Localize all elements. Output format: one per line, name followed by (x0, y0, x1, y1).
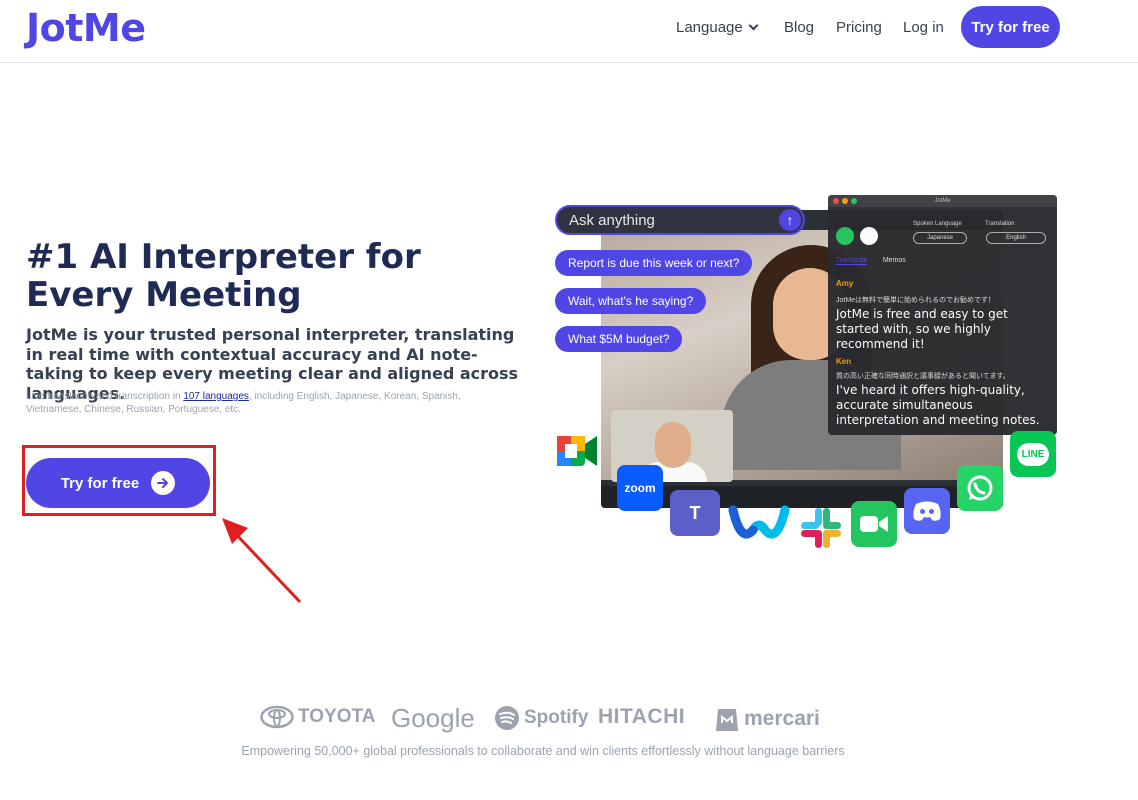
nav-language-dropdown[interactable]: Language (676, 19, 759, 36)
pause-icon[interactable] (836, 227, 854, 245)
stop-icon[interactable] (860, 227, 878, 245)
nav-login-link[interactable]: Log in (903, 19, 944, 36)
hitachi-logo: HITACHI (598, 705, 686, 728)
ask-anything-input[interactable]: Ask anything (555, 205, 805, 235)
spotify-logo: Spotify (494, 705, 588, 731)
nav-blog-link[interactable]: Blog (784, 19, 814, 36)
arrow-right-icon (151, 471, 176, 495)
suggestion-chip[interactable]: Report is due this week or next? (555, 250, 753, 276)
arrow-up-icon[interactable]: ↑ (779, 209, 801, 231)
speaker-name: Ken (836, 357, 852, 366)
tab-transcript[interactable]: Transcript (836, 257, 867, 265)
languages-link[interactable]: 107 languages (183, 391, 249, 402)
mercari-emblem-icon (716, 709, 738, 731)
translated-text: I've heard it offers high-quality, accur… (836, 383, 1040, 427)
jotme-transcript-panel: JotMe Spoken Language Japanese Translati… (828, 195, 1057, 435)
toyota-emblem-icon (260, 705, 294, 729)
line-icon-label: LINE (1016, 442, 1050, 466)
google-meet-icon (555, 430, 599, 474)
toyota-wordmark: TOYOTA (298, 706, 376, 727)
site-header: JotMe Language Blog Pricing Log in Try f… (0, 0, 1138, 63)
translated-text: JotMe is free and easy to get started wi… (836, 307, 1008, 351)
participant-face (655, 422, 691, 468)
chevron-down-icon (748, 20, 759, 31)
spoken-language-select[interactable]: Japanese (913, 232, 967, 244)
zoom-icon: zoom (617, 465, 663, 511)
suggestion-chip[interactable]: What $5M budget? (555, 326, 683, 352)
slack-icon (797, 504, 845, 552)
discord-icon (904, 488, 950, 534)
hero-title: #1 AI Interpreter for Every Meeting (26, 238, 466, 314)
close-dot-icon (833, 198, 839, 204)
panel-window-title: JotMe (934, 198, 951, 204)
spotify-emblem-icon (495, 706, 519, 730)
hero-languages-note: Live translation and transcription in 10… (26, 390, 496, 416)
brand-logos-row: TOYOTA Google Spotify HITACHI mercari (0, 703, 1138, 739)
jotme-logo[interactable]: JotMe (26, 6, 146, 50)
ask-placeholder: Ask anything (569, 211, 655, 229)
hero-title-line2: Every Meeting (26, 275, 302, 315)
webex-icon (727, 500, 791, 546)
original-text: JotMeは無料で簡単に始められるのでお勧めです！ (836, 297, 996, 304)
mercari-wordmark: mercari (744, 707, 820, 730)
mercari-logo: mercari (714, 705, 820, 733)
translation-language-select[interactable]: English (986, 232, 1046, 244)
nav-pricing-link[interactable]: Pricing (836, 19, 882, 36)
facetime-icon (851, 501, 897, 547)
nav-language-label: Language (676, 19, 743, 36)
header-try-free-button[interactable]: Try for free (961, 6, 1060, 48)
brands-caption: Empowering 50,000+ global professionals … (241, 744, 845, 758)
google-logo: Google (391, 703, 475, 733)
hero-illustration: Ask anything ↑ Report is due this week o… (555, 190, 1057, 555)
speaker-name: Amy (836, 279, 854, 288)
toyota-logo: TOYOTA (260, 705, 375, 729)
hero-cta-label: Try for free (60, 474, 140, 492)
whatsapp-icon (957, 465, 1003, 511)
hero-title-line1: #1 AI Interpreter for (26, 237, 421, 277)
panel-tabs: Transcript Memos (836, 257, 920, 265)
annotation-arrow-icon (222, 518, 302, 604)
line-icon: LINE (1010, 431, 1056, 477)
hero-try-free-button[interactable]: Try for free (26, 458, 210, 508)
suggestion-chip[interactable]: Wait, what's he saying? (555, 288, 707, 314)
translation-label: Translation (985, 221, 1015, 227)
minimize-dot-icon (842, 198, 848, 204)
maximize-dot-icon (851, 198, 857, 204)
spotify-wordmark: Spotify (524, 707, 589, 728)
original-text: 質の高い正確な同時通訳と議事録があると聞いてます。 (836, 373, 1010, 380)
panel-titlebar: JotMe (828, 195, 1057, 207)
languages-note-prefix: Live translation and transcription in (26, 391, 184, 402)
tab-memos[interactable]: Memos (883, 257, 906, 264)
teams-icon: T (670, 490, 720, 536)
spoken-language-label: Spoken Language (913, 221, 962, 227)
